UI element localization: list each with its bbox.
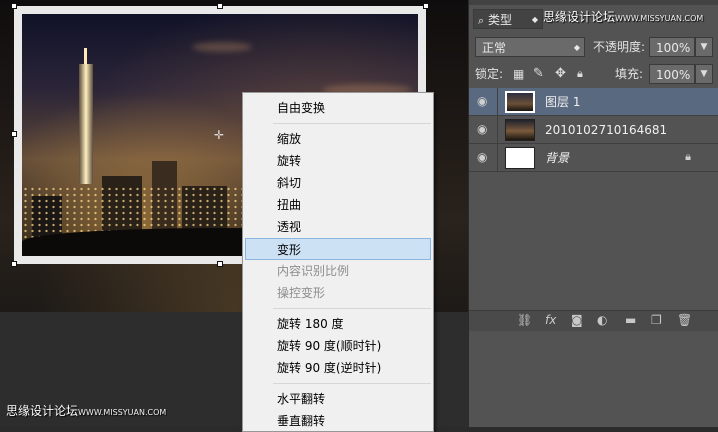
- transform-handle-top-right[interactable]: [423, 3, 429, 9]
- opacity-label: 不透明度:: [593, 40, 646, 54]
- blend-mode-select[interactable]: 正常 ◆: [475, 37, 585, 57]
- menu-item[interactable]: 透视: [243, 216, 433, 238]
- watermark-top: 思缘设计论坛WWW.MISSYUAN.COM: [543, 10, 704, 24]
- transform-handle-top[interactable]: [217, 3, 223, 9]
- menu-item[interactable]: 旋转: [243, 150, 433, 172]
- layer-thumbnail: [505, 91, 535, 113]
- layer-name[interactable]: 图层 1: [545, 88, 580, 116]
- fill-dropdown-button[interactable]: ▼: [695, 64, 713, 84]
- blend-mode-value: 正常: [482, 41, 507, 55]
- blend-row: 正常 ◆ 不透明度: 100% ▼: [469, 34, 718, 60]
- menu-separator: [273, 123, 431, 124]
- lock-label: 锁定:: [475, 67, 504, 81]
- layer-thumbnail: [505, 147, 535, 169]
- opacity-dropdown-button[interactable]: ▼: [695, 37, 713, 57]
- layers-panel-footer: ⛓ fx ◙ ◐ ▬ ❐ 🗑︎: [469, 310, 718, 331]
- menu-item[interactable]: 旋转 90 度(顺时针): [243, 335, 433, 357]
- lock-row: 锁定: ▦ ✎ ✥ 🔒︎ 填充: 100% ▼: [469, 62, 718, 88]
- menu-item[interactable]: 斜切: [243, 172, 433, 194]
- menu-item[interactable]: 扭曲: [243, 194, 433, 216]
- transform-handle-bottom-left[interactable]: [11, 261, 17, 267]
- cloud: [192, 42, 252, 52]
- menu-item[interactable]: 垂直翻转: [243, 410, 433, 432]
- chevron-updown-icon: ◆: [531, 15, 538, 24]
- lock-move-icon[interactable]: ✥: [555, 64, 566, 84]
- filter-kind-label: 类型: [488, 13, 513, 27]
- filter-kind-select[interactable]: ⌕ 类型 ◆: [473, 9, 543, 29]
- layer-row-photo[interactable]: ◉ 2010102710164681: [469, 116, 718, 144]
- divider: [497, 144, 498, 172]
- layer-row-layer1[interactable]: ◉ 图层 1: [469, 88, 718, 116]
- menu-separator: [273, 308, 431, 309]
- eye-icon[interactable]: ◉: [477, 150, 487, 164]
- chevron-updown-icon: ◆: [573, 43, 580, 52]
- layer-name[interactable]: 2010102710164681: [545, 116, 667, 144]
- menu-item[interactable]: 水平翻转: [243, 388, 433, 410]
- fill-input[interactable]: 100%: [649, 64, 695, 84]
- lock-icon: 🔒︎: [685, 150, 691, 163]
- fx-icon[interactable]: fx: [545, 313, 556, 327]
- transform-context-menu[interactable]: 自由变换缩放 旋转 斜切 扭曲 透视 变形内容识别比例 操控变形旋转 180 度旋转 90 …: [242, 92, 434, 432]
- transform-handle-top-left[interactable]: [11, 3, 17, 9]
- search-icon: ⌕: [478, 14, 485, 27]
- transform-handle-left[interactable]: [11, 131, 17, 137]
- lock-transparent-icon[interactable]: ▦: [513, 64, 524, 84]
- trash-icon[interactable]: 🗑︎: [677, 313, 692, 327]
- eye-icon[interactable]: ◉: [477, 94, 487, 108]
- menu-item[interactable]: 自由变换: [243, 97, 433, 119]
- adjustment-icon[interactable]: ◐: [597, 313, 607, 327]
- fill-label: 填充:: [615, 67, 644, 81]
- layer-thumbnail: [505, 119, 535, 141]
- menu-item[interactable]: 缩放: [243, 128, 433, 150]
- link-icon[interactable]: ⛓: [517, 313, 532, 327]
- mask-icon[interactable]: ◙: [571, 313, 583, 327]
- folder-icon[interactable]: ▬: [625, 313, 636, 327]
- divider: [497, 116, 498, 144]
- eye-icon[interactable]: ◉: [477, 122, 487, 136]
- menu-item[interactable]: 旋转 90 度(逆时针): [243, 357, 433, 379]
- filter-row: ⌕ 类型 ◆ 思缘设计论坛WWW.MISSYUAN.COM: [469, 6, 718, 32]
- menu-item: 操控变形: [277, 286, 326, 300]
- layer-name[interactable]: 背景: [545, 144, 569, 172]
- menu-item: 内容识别比例: [277, 264, 350, 278]
- lock-brush-icon[interactable]: ✎: [533, 64, 544, 84]
- new-layer-icon[interactable]: ❐: [651, 313, 662, 327]
- tower: [79, 64, 93, 184]
- layers-panel: ⌕ 类型 ◆ 思缘设计论坛WWW.MISSYUAN.COM 正常 ◆ 不透明度:…: [468, 0, 718, 427]
- transform-handle-bottom[interactable]: [217, 261, 223, 267]
- lock-all-icon[interactable]: 🔒︎: [577, 64, 583, 84]
- menu-item[interactable]: 旋转 180 度: [243, 313, 433, 335]
- divider: [497, 88, 498, 116]
- menu-item[interactable]: 变形: [245, 238, 431, 260]
- opacity-input[interactable]: 100%: [649, 37, 695, 57]
- reference-point-icon[interactable]: ✛: [214, 128, 224, 142]
- panel-tab-bar: [469, 0, 718, 5]
- watermark-bottom: 思缘设计论坛WWW.MISSYUAN.COM: [6, 404, 167, 418]
- menu-separator: [273, 383, 431, 384]
- layer-row-background[interactable]: ◉ 背景 🔒︎: [469, 144, 718, 172]
